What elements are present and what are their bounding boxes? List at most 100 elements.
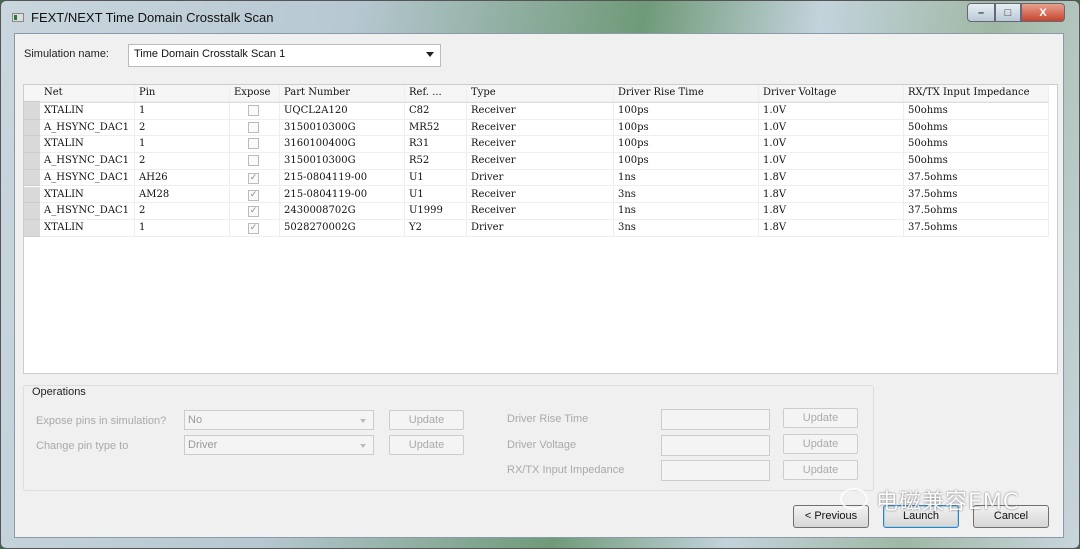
cell-voltage: 1.8V — [759, 186, 904, 204]
cell-pin: AH26 — [135, 169, 230, 187]
cell-expose: ✓ — [230, 203, 280, 220]
cell-type: Receiver — [467, 153, 614, 170]
simulation-name-combo[interactable]: Time Domain Crosstalk Scan 1 — [128, 44, 441, 67]
pin-type-label: Change pin type to — [36, 440, 129, 452]
cell-part: 215-0804119-00 — [280, 169, 405, 187]
expose-checkbox[interactable] — [248, 155, 259, 167]
row-header[interactable] — [24, 219, 40, 237]
cell-expose — [230, 136, 280, 154]
cell-net: XTALIN — [40, 219, 135, 237]
column-header-part[interactable]: Part Number — [280, 85, 405, 102]
cell-expose: ✓ — [230, 186, 280, 204]
column-header-net[interactable]: Net — [40, 85, 135, 102]
table-row[interactable]: XTALIN 1 3160100400G R31 Receiver 100ps 1.0V 50… — [24, 136, 1049, 154]
row-header[interactable] — [24, 169, 40, 187]
cell-ref: C82 — [405, 103, 467, 120]
cell-type: Receiver — [467, 203, 614, 220]
column-header-expose[interactable]: Expose — [230, 85, 280, 102]
window-title: FEXT/NEXT Time Domain Crosstalk Scan — [31, 10, 274, 25]
cell-net: A_HSYNC_DAC1 — [40, 203, 135, 220]
cell-ref: Y2 — [405, 219, 467, 237]
cell-voltage: 1.8V — [759, 169, 904, 187]
cell-part: 3160100400G — [280, 136, 405, 154]
cell-net: A_HSYNC_DAC1 — [40, 153, 135, 170]
row-header[interactable] — [24, 136, 40, 154]
cell-type: Receiver — [467, 136, 614, 154]
voltage-input[interactable] — [661, 435, 770, 456]
cell-ref: R31 — [405, 136, 467, 154]
cell-voltage: 1.0V — [759, 103, 904, 120]
expose-select[interactable]: No — [184, 410, 374, 430]
rise-time-update-button[interactable]: Update — [783, 408, 858, 428]
table-row[interactable]: A_HSYNC_DAC1 2 3150010300G MR52 Receiver 100p… — [24, 119, 1049, 137]
cell-expose: ✓ — [230, 219, 280, 237]
expose-update-button[interactable]: Update — [389, 410, 464, 430]
table-row[interactable]: A_HSYNC_DAC1 2 ✓ 2430008702G U1999 Receiver 1n… — [24, 203, 1049, 220]
expose-checkbox[interactable]: ✓ — [248, 222, 259, 234]
table-row[interactable]: XTALIN 1 UQCL2A120 C82 Receiver 100ps 1.0V 50oh… — [24, 103, 1049, 120]
impedance-input[interactable] — [661, 460, 770, 481]
cell-part: UQCL2A120 — [280, 103, 405, 120]
cell-net: A_HSYNC_DAC1 — [40, 119, 135, 137]
cell-voltage: 1.0V — [759, 136, 904, 154]
expose-label: Expose pins in simulation? — [36, 415, 167, 427]
cell-expose — [230, 153, 280, 170]
table-row[interactable]: A_HSYNC_DAC1 AH26 ✓ 215-0804119-00 U1 Driver 1… — [24, 169, 1049, 187]
cell-pin: 1 — [135, 103, 230, 120]
expose-checkbox[interactable]: ✓ — [248, 206, 259, 218]
cell-net: XTALIN — [40, 103, 135, 120]
impedance-update-button[interactable]: Update — [783, 460, 858, 480]
operations-title: Operations — [32, 386, 86, 398]
cell-pin: 1 — [135, 219, 230, 237]
maximize-button[interactable]: □ — [995, 3, 1021, 22]
cell-impedance: 37.5ohms — [904, 186, 1049, 204]
expose-checkbox[interactable] — [248, 138, 259, 150]
close-button[interactable]: X — [1021, 3, 1065, 22]
row-header[interactable] — [24, 153, 40, 170]
cell-ref: MR52 — [405, 119, 467, 137]
dialog-body: Simulation name: Time Domain Crosstalk S… — [14, 33, 1064, 538]
pin-type-update-button[interactable]: Update — [389, 435, 464, 455]
row-header[interactable] — [24, 119, 40, 137]
voltage-update-button[interactable]: Update — [783, 434, 858, 454]
cell-voltage: 1.8V — [759, 203, 904, 220]
expose-checkbox[interactable] — [248, 121, 259, 133]
cell-ref: U1 — [405, 186, 467, 204]
cell-rise: 100ps — [614, 103, 759, 120]
column-header-ref[interactable]: Ref. ... — [405, 85, 467, 102]
row-header[interactable] — [24, 103, 40, 120]
cell-ref: U1999 — [405, 203, 467, 220]
voltage-label: Driver Voltage — [507, 439, 577, 451]
table-header: Net Pin Expose Part Number Ref. ... Type Drive… — [24, 85, 1049, 103]
cell-rise: 1ns — [614, 203, 759, 220]
column-header-voltage[interactable]: Driver Voltage — [759, 85, 904, 102]
row-header[interactable] — [24, 203, 40, 220]
pin-table: Net Pin Expose Part Number Ref. ... Type Drive… — [23, 84, 1058, 374]
column-header-rise[interactable]: Driver Rise Time — [614, 85, 759, 102]
column-header-pin[interactable]: Pin — [135, 85, 230, 102]
cell-pin: 1 — [135, 136, 230, 154]
expose-checkbox[interactable] — [248, 105, 259, 116]
rise-time-input[interactable] — [661, 409, 770, 430]
table-row[interactable]: XTALIN 1 ✓ 5028270002G Y2 Driver 3ns 1.8V 37.5oh… — [24, 219, 1049, 237]
column-header-impedance[interactable]: RX/TX Input Impedance — [904, 85, 1049, 102]
expose-checkbox[interactable]: ✓ — [248, 172, 259, 184]
cell-pin: 2 — [135, 153, 230, 170]
pin-type-select[interactable]: Driver — [184, 435, 374, 455]
cell-expose: ✓ — [230, 169, 280, 187]
cell-part: 5028270002G — [280, 219, 405, 237]
app-icon — [12, 13, 24, 22]
minimize-button[interactable]: – — [967, 3, 995, 22]
expose-checkbox[interactable]: ✓ — [248, 189, 259, 201]
pin-type-value: Driver — [188, 439, 218, 451]
table-row[interactable]: XTALIN AM28 ✓ 215-0804119-00 U1 Receiver 3ns 1.… — [24, 186, 1049, 204]
cell-net: XTALIN — [40, 186, 135, 204]
column-header-type[interactable]: Type — [467, 85, 614, 102]
simulation-name-value: Time Domain Crosstalk Scan 1 — [134, 48, 286, 60]
impedance-label: RX/TX Input Impedance — [507, 464, 625, 476]
row-header[interactable] — [24, 186, 40, 204]
cell-part: 3150010300G — [280, 153, 405, 170]
table-row[interactable]: A_HSYNC_DAC1 2 3150010300G R52 Receiver 100ps… — [24, 153, 1049, 170]
wechat-logo-icon — [840, 488, 868, 510]
chevron-down-icon — [360, 444, 366, 448]
